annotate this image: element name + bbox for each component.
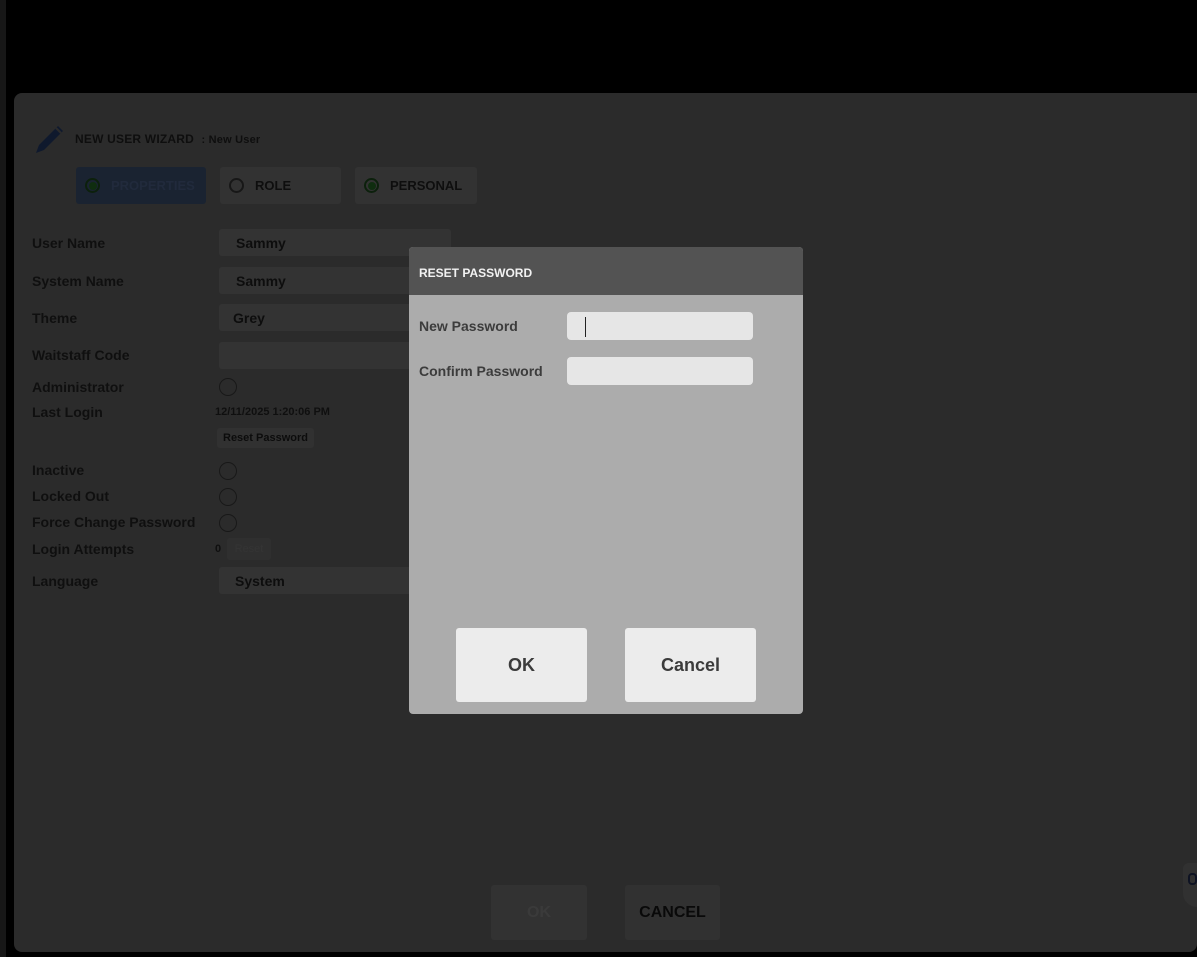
reset-password-dialog: RESET PASSWORD New Password Confirm Pass… <box>409 247 803 714</box>
text-caret <box>585 317 586 337</box>
confirm-password-label: Confirm Password <box>419 363 543 379</box>
dialog-cancel-button[interactable]: Cancel <box>625 628 756 702</box>
dialog-title: RESET PASSWORD <box>409 247 803 295</box>
dialog-ok-button[interactable]: OK <box>456 628 587 702</box>
confirm-password-input[interactable] <box>567 357 753 385</box>
new-password-input[interactable] <box>567 312 753 340</box>
new-password-label: New Password <box>419 318 518 334</box>
